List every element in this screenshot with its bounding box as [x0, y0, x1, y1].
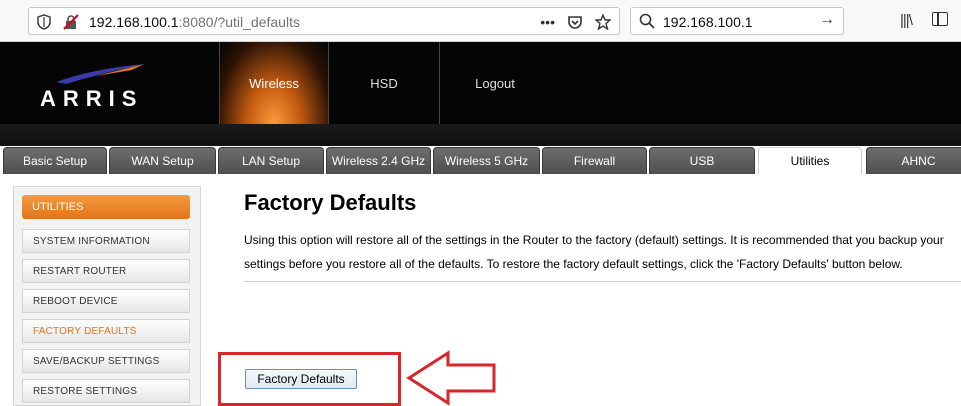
shield-icon[interactable]: [37, 14, 51, 30]
tab-firewall[interactable]: Firewall: [542, 147, 647, 174]
page-title: Factory Defaults: [244, 190, 417, 215]
tab-wireless-24[interactable]: Wireless 2.4 GHz: [326, 147, 431, 174]
tab-lan-setup[interactable]: LAN Setup: [218, 147, 324, 174]
utilities-sidebar: UTILITIES SYSTEM INFORMATION RESTART ROU…: [13, 186, 201, 406]
sidebar-item-restart-router[interactable]: RESTART ROUTER: [22, 259, 190, 283]
search-icon: [639, 13, 655, 29]
search-input[interactable]: 192.168.100.1: [663, 14, 753, 30]
bookmark-star-icon[interactable]: [595, 14, 611, 30]
tab-usb[interactable]: USB: [649, 147, 755, 174]
tab-ahnc[interactable]: AHNC: [866, 147, 961, 174]
nav-hsd[interactable]: HSD: [329, 42, 439, 124]
page-description: Using this option will restore all of th…: [244, 233, 944, 271]
sidebar-item-restore-settings[interactable]: RESTORE SETTINGS: [22, 379, 190, 403]
factory-defaults-button[interactable]: Factory Defaults: [245, 369, 357, 389]
search-bar[interactable]: 192.168.100.1 →: [630, 7, 844, 35]
logo-swoosh-icon: [56, 64, 146, 84]
sidebar-item-save-backup-settings[interactable]: SAVE/BACKUP SETTINGS: [22, 349, 190, 373]
tab-wireless-5[interactable]: Wireless 5 GHz: [433, 147, 540, 174]
url-actions: •••: [540, 12, 611, 32]
url-text[interactable]: 192.168.100.1:8080/?util_defaults: [89, 14, 300, 30]
sidebar-item-system-information[interactable]: SYSTEM INFORMATION: [22, 229, 190, 253]
page-actions-menu-icon[interactable]: •••: [540, 14, 555, 30]
sidebar-icon[interactable]: [932, 12, 948, 26]
library-icon[interactable]: |||\: [900, 12, 913, 29]
divider: [244, 281, 961, 282]
router-header: ARRIS Wireless HSD Logout: [0, 42, 961, 124]
tab-basic-setup[interactable]: Basic Setup: [3, 147, 107, 174]
nav-logout[interactable]: Logout: [440, 42, 550, 124]
tab-bar: Basic Setup WAN Setup LAN Setup Wireless…: [0, 124, 961, 174]
tab-utilities[interactable]: Utilities: [758, 147, 862, 174]
browser-toolbar: 192.168.100.1:8080/?util_defaults ••• 19…: [0, 0, 961, 42]
header-band: [0, 124, 961, 146]
url-host: 192.168.100.1: [89, 14, 179, 30]
main-content: UTILITIES SYSTEM INFORMATION RESTART ROU…: [0, 174, 961, 406]
arrow-left-icon: [406, 350, 496, 406]
insecure-connection-icon[interactable]: [63, 14, 79, 30]
arrow-right-icon[interactable]: →: [819, 11, 835, 29]
nav-wireless[interactable]: Wireless: [220, 42, 328, 124]
arris-logo: ARRIS: [36, 62, 156, 112]
tab-wan-setup[interactable]: WAN Setup: [109, 147, 216, 174]
sidebar-header: UTILITIES: [22, 195, 190, 219]
url-path: :8080/?util_defaults: [178, 14, 300, 30]
logo-text: ARRIS: [40, 86, 144, 111]
sidebar-item-factory-defaults[interactable]: FACTORY DEFAULTS: [22, 319, 190, 343]
sidebar-item-reboot-device[interactable]: REBOOT DEVICE: [22, 289, 190, 313]
address-bar[interactable]: 192.168.100.1:8080/?util_defaults •••: [28, 7, 620, 35]
pocket-icon[interactable]: [567, 14, 583, 30]
